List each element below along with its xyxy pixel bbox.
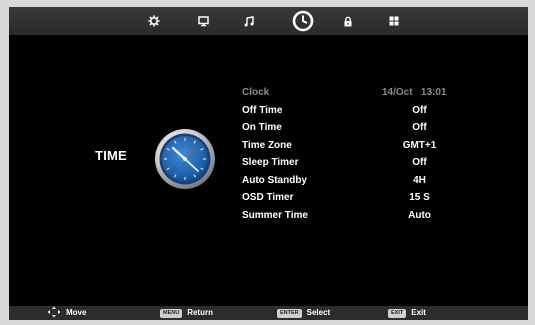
top-menu-bar [9, 7, 528, 35]
hint-select-label: Select [306, 308, 331, 317]
enter-key-badge: ENTER [277, 308, 302, 318]
tab-time[interactable] [288, 7, 318, 35]
analog-clock-icon [153, 127, 217, 196]
navigation-arrows-icon [47, 306, 61, 320]
menu-item-on-time[interactable]: On Time Off [242, 119, 528, 137]
menu-item-osd-timer[interactable]: OSD Timer 15 S [242, 189, 528, 207]
menu-item-summer-time[interactable]: Summer Time Auto [242, 207, 528, 225]
menu-item-label: On Time [242, 122, 282, 133]
clock-icon [292, 10, 314, 32]
hint-exit: EXIT Exit [388, 306, 426, 320]
osd-screen: TIME Clock 14/Oct 13:01 Off Time Off On … [9, 7, 528, 320]
tab-picture[interactable] [139, 7, 169, 35]
menu-item-value: GMT+1 [402, 139, 437, 151]
monitor-icon [197, 15, 209, 27]
picture-gear-icon [148, 15, 160, 27]
clock-row: Clock 14/Oct 13:01 [242, 84, 528, 102]
tab-screen[interactable] [188, 7, 218, 35]
hint-move-label: Move [66, 308, 87, 317]
lock-icon [343, 16, 353, 27]
menu-item-off-time[interactable]: Off Time Off [242, 102, 528, 120]
clock-value: 14/Oct 13:01 [382, 87, 447, 98]
button-hint-bar: Move MENU Return ENTER Select EXIT Exit [9, 306, 528, 320]
menu-item-label: Time Zone [242, 139, 292, 151]
hint-exit-label: Exit [411, 308, 426, 317]
tv-frame: TIME Clock 14/Oct 13:01 Off Time Off On … [0, 0, 535, 325]
exit-key-badge: EXIT [388, 308, 407, 318]
menu-key-badge: MENU [160, 308, 183, 318]
menu-item-time-zone[interactable]: Time Zone GMT+1 [242, 137, 528, 155]
hint-return: MENU Return [160, 306, 213, 320]
music-note-icon [244, 15, 254, 27]
page-title: TIME [95, 148, 127, 163]
hint-select: ENTER Select [277, 306, 330, 320]
tab-lock[interactable] [333, 7, 363, 35]
menu-item-value: 15 S [409, 192, 430, 203]
menu-item-value: Auto [408, 209, 431, 221]
tab-sound[interactable] [234, 7, 264, 35]
menu-item-label: OSD Timer [242, 192, 294, 203]
clock-label: Clock [242, 87, 270, 98]
menu-item-value: Off [412, 157, 427, 168]
menu-item-label: Summer Time [242, 209, 308, 221]
hint-move: Move [47, 306, 86, 320]
tab-setup[interactable] [379, 7, 409, 35]
menu-item-label: Sleep Timer [242, 157, 299, 168]
menu-item-auto-standby[interactable]: Auto Standby 4H [242, 172, 528, 190]
hint-return-label: Return [187, 308, 213, 317]
grid-icon [389, 16, 399, 26]
menu-item-value: Off [412, 104, 427, 116]
menu-item-label: Auto Standby [242, 174, 307, 186]
menu-item-sleep-timer[interactable]: Sleep Timer Off [242, 154, 528, 172]
menu-item-value: 4H [413, 174, 426, 186]
menu-item-value: Off [412, 122, 427, 133]
time-settings-list: Clock 14/Oct 13:01 Off Time Off On Time … [242, 84, 528, 224]
menu-item-label: Off Time [242, 104, 283, 116]
